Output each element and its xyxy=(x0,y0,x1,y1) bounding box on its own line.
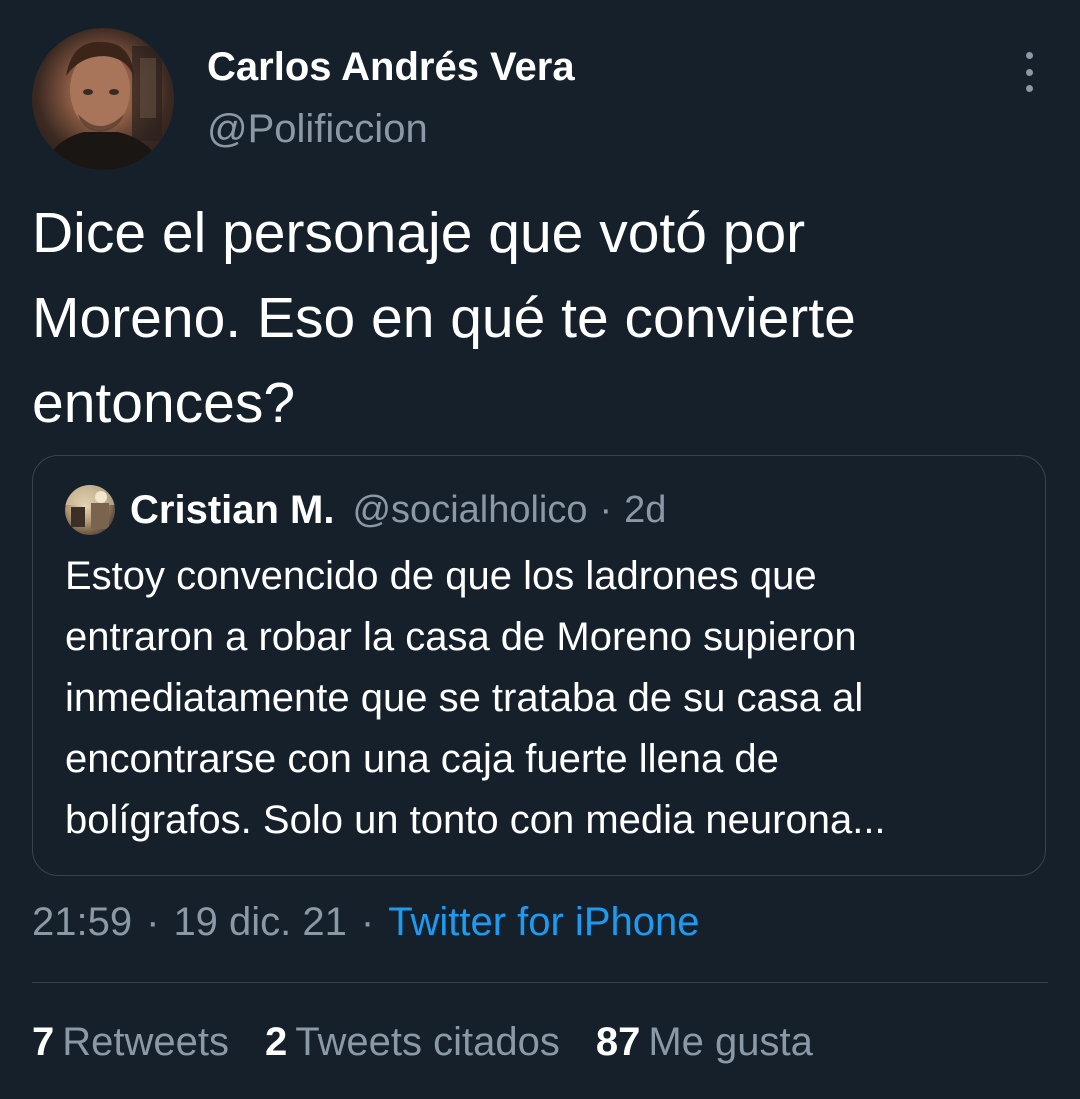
tweet-text-line: entonces? xyxy=(32,371,296,435)
quoted-author-name: Cristian M. xyxy=(130,487,335,532)
author-handle[interactable]: @Polificcion xyxy=(207,106,575,152)
quote-tweets-stat[interactable]: 2 Tweets citados xyxy=(265,1016,560,1068)
tweet-text: Dice el personaje que votó por Moreno. E… xyxy=(32,191,1048,446)
quoted-tweet-text: Estoy convencido de que los ladrones que… xyxy=(65,546,1025,851)
meta-separator: · xyxy=(360,900,375,944)
quoted-author-avatar xyxy=(65,485,115,535)
tweet-stats: 7 Retweets 2 Tweets citados 87 Me gusta xyxy=(32,1016,849,1068)
tweet-text-line: Dice el personaje que votó por xyxy=(32,201,806,265)
quoted-text-line: inmediatamente que se trataba de su casa… xyxy=(65,676,864,720)
tweet-date: 19 dic. 21 xyxy=(173,900,347,944)
tweet-time: 21:59 xyxy=(32,900,133,944)
author-avatar[interactable] xyxy=(32,28,174,170)
retweets-count: 7 xyxy=(32,1020,55,1064)
likes-count: 87 xyxy=(595,1020,641,1064)
likes-stat[interactable]: 87 Me gusta xyxy=(596,1016,813,1068)
likes-label: Me gusta xyxy=(648,1020,813,1064)
divider xyxy=(32,982,1048,983)
meta-separator: · xyxy=(146,900,160,944)
quoted-author-handle: @socialholico xyxy=(352,488,588,531)
quoted-text-line: entraron a robar la casa de Moreno supie… xyxy=(65,615,857,659)
tweet-text-line: Moreno. Eso en qué te convierte xyxy=(32,286,856,350)
author-display-name[interactable]: Carlos Andrés Vera xyxy=(207,44,575,90)
quoted-separator: · xyxy=(599,488,613,531)
quoted-timestamp: 2d xyxy=(624,488,667,531)
retweets-label: Retweets xyxy=(62,1020,229,1064)
tweet-author: Carlos Andrés Vera @Polificcion xyxy=(32,28,1048,172)
tweet-meta: 21:59 · 19 dic. 21 · Twitter for iPhone xyxy=(32,896,699,948)
more-dot xyxy=(1025,68,1033,76)
quoted-text-line: Estoy convencido de que los ladrones que xyxy=(65,554,817,598)
retweets-stat[interactable]: 7 Retweets xyxy=(32,1016,229,1068)
author-names: Carlos Andrés Vera @Polificcion xyxy=(207,44,575,152)
quote-tweets-label: Tweets citados xyxy=(295,1020,560,1064)
quote-tweets-count: 2 xyxy=(265,1020,288,1064)
more-dot xyxy=(1025,52,1033,59)
quoted-text-line: encontrarse con una caja fuerte llena de xyxy=(65,737,779,781)
quoted-tweet-header: Cristian M. @socialholico · 2d xyxy=(65,484,666,536)
tweet-source-link[interactable]: Twitter for iPhone xyxy=(388,900,699,944)
more-dot xyxy=(1025,85,1033,92)
quoted-text-line: bolígrafos. Solo un tonto con media neur… xyxy=(65,798,886,842)
more-vertical-icon[interactable] xyxy=(1022,52,1036,92)
quoted-tweet[interactable]: Cristian M. @socialholico · 2d Estoy con… xyxy=(32,455,1046,876)
